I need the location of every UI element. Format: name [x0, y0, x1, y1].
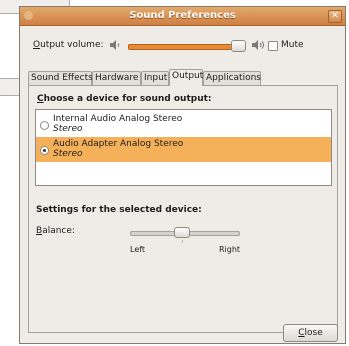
window-title: Sound Preferences — [129, 10, 236, 21]
device-radio-selected[interactable] — [40, 146, 49, 155]
tab-output[interactable]: Output — [169, 69, 203, 86]
speaker-high-icon — [252, 40, 264, 50]
balance-label: Balance: — [36, 226, 75, 236]
volume-slider-track[interactable] — [128, 44, 238, 50]
window-close-button[interactable]: ✕ — [328, 10, 342, 23]
device-list[interactable]: Internal Audio Analog Stereo Stereo Audi… — [35, 109, 332, 186]
device-name: Internal Audio Analog Stereo — [53, 114, 183, 124]
speaker-low-icon — [110, 40, 120, 50]
device-radio[interactable] — [40, 121, 49, 130]
tab-sound-effects[interactable]: Sound Effects — [28, 71, 93, 85]
close-button[interactable]: Close — [283, 324, 338, 342]
device-description: Stereo — [53, 124, 83, 134]
device-description: Stereo — [53, 149, 83, 159]
device-row-internal[interactable]: Internal Audio Analog Stereo Stereo — [36, 112, 331, 137]
mute-label[interactable]: Mute — [281, 40, 304, 50]
device-name: Audio Adapter Analog Stereo — [53, 139, 184, 149]
output-volume-label: Output volume: — [33, 40, 104, 50]
device-row-adapter[interactable]: Audio Adapter Analog Stereo Stereo — [36, 137, 331, 162]
balance-left-label: Left — [130, 245, 146, 254]
tab-applications[interactable]: Applications — [203, 71, 261, 85]
balance-slider-handle[interactable] — [174, 227, 190, 238]
mute-checkbox[interactable] — [268, 41, 278, 51]
title-bar[interactable]: Sound Preferences ✕ — [20, 7, 345, 26]
balance-right-label: Right — [219, 245, 241, 254]
tab-input[interactable]: Input — [141, 71, 169, 85]
settings-heading: Settings for the selected device: — [36, 205, 202, 215]
balance-center-tick — [182, 240, 183, 243]
volume-slider-handle[interactable] — [231, 40, 246, 52]
choose-device-heading: Choose a device for sound output: — [37, 94, 212, 104]
tab-hardware[interactable]: Hardware — [92, 71, 141, 85]
